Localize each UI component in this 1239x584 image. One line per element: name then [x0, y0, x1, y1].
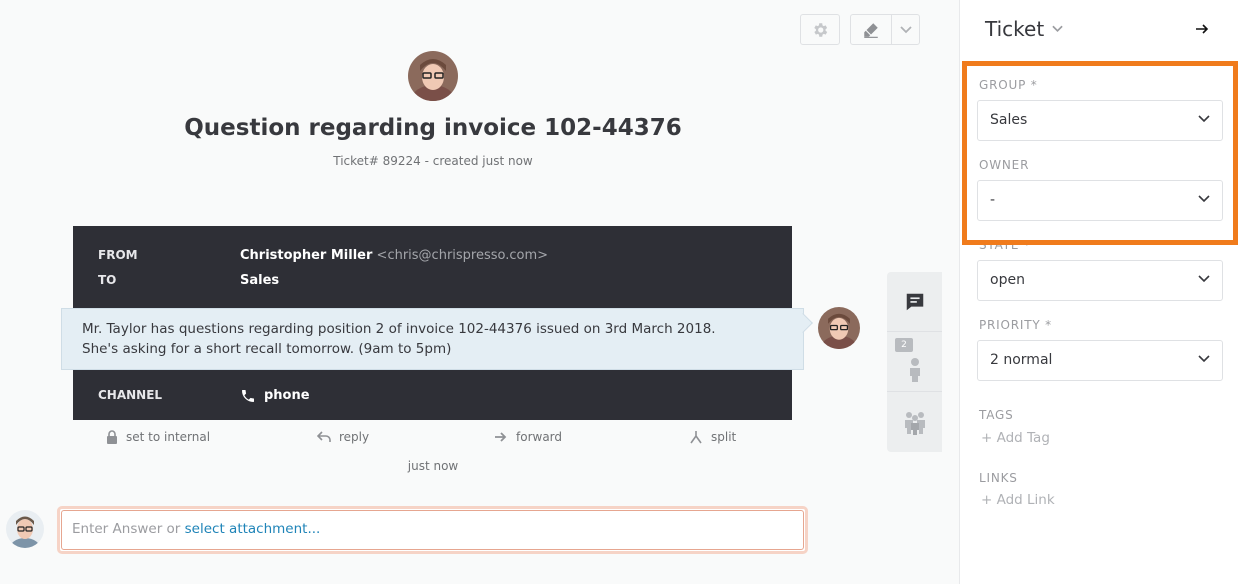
- chevron-down-icon: [1198, 275, 1210, 283]
- split-icon: [690, 431, 702, 444]
- chat-icon: [906, 293, 923, 310]
- forward-label: forward: [516, 430, 563, 444]
- chevron-down-icon: [1198, 355, 1210, 363]
- reply-icon: [317, 431, 331, 442]
- tab-organization[interactable]: [887, 392, 942, 452]
- from-name[interactable]: Christopher Miller: [240, 248, 372, 263]
- tags-label: TAGS: [979, 408, 1014, 422]
- reply-label: reply: [339, 430, 370, 444]
- state-value: open: [990, 272, 1025, 288]
- chevron-down-icon: [1052, 25, 1063, 33]
- article-body-line: She's asking for a short recall tomorrow…: [82, 341, 452, 357]
- group-icon: [904, 412, 925, 435]
- sidebar-title[interactable]: Ticket: [985, 17, 1063, 41]
- article-body-line: Mr. Taylor has questions regarding posit…: [82, 321, 716, 337]
- article-body: Mr. Taylor has questions regarding posit…: [61, 308, 804, 370]
- gear-icon: [814, 22, 828, 37]
- macro-button-group: [850, 14, 920, 45]
- channel-value: phone: [264, 388, 310, 403]
- links-label: LINKS: [979, 471, 1018, 485]
- highlighter-icon: [864, 22, 878, 38]
- state-select[interactable]: open: [977, 260, 1223, 301]
- tab-customer[interactable]: 2: [887, 332, 942, 392]
- agent-avatar[interactable]: [6, 510, 44, 548]
- collapse-sidebar-button[interactable]: [1195, 20, 1209, 39]
- priority-label: PRIORITY *: [979, 318, 1052, 332]
- sidebar-title-text: Ticket: [985, 17, 1045, 41]
- ticket-meta: Ticket# 89224 - created just now: [333, 154, 533, 168]
- article-timestamp: just now: [407, 459, 459, 473]
- customer-count-badge: 2: [895, 338, 913, 352]
- sidebar-tabs: 2: [887, 272, 942, 452]
- ticket-title[interactable]: Question regarding invoice 102-44376: [0, 115, 866, 141]
- reply-placeholder: Enter Answer or: [72, 521, 185, 537]
- article-sender-avatar[interactable]: [818, 307, 860, 349]
- forward-arrow-icon: [495, 432, 507, 442]
- lock-icon: [107, 430, 117, 444]
- set-internal-action[interactable]: set to internal: [106, 430, 210, 444]
- priority-select[interactable]: 2 normal: [977, 340, 1223, 381]
- customer-avatar[interactable]: [408, 51, 458, 101]
- split-label: split: [711, 430, 737, 444]
- arrow-right-icon: [1196, 24, 1209, 34]
- macro-button[interactable]: [851, 14, 891, 45]
- reply-action[interactable]: reply: [317, 430, 369, 444]
- to-label: TO: [98, 273, 117, 287]
- macro-dropdown-button[interactable]: [891, 14, 919, 45]
- ticket-main: Question regarding invoice 102-44376 Tic…: [0, 0, 942, 584]
- channel-row: CHANNEL phone: [98, 388, 310, 404]
- add-link-link[interactable]: + Add Link: [981, 492, 1055, 508]
- add-tag-link[interactable]: + Add Tag: [981, 430, 1050, 446]
- highlight-frame: [962, 61, 1238, 245]
- select-attachment-link[interactable]: select attachment...: [185, 521, 321, 537]
- from-email: <chris@chrispresso.com>: [376, 248, 549, 263]
- person-icon: [909, 357, 920, 382]
- priority-value: 2 normal: [990, 352, 1053, 368]
- forward-action[interactable]: forward: [494, 430, 562, 444]
- split-action[interactable]: split: [689, 430, 736, 444]
- tab-ticket[interactable]: [887, 272, 942, 332]
- reply-input[interactable]: Enter Answer or select attachment...: [61, 510, 804, 550]
- top-actions: [800, 14, 920, 45]
- channel-label: CHANNEL: [98, 388, 163, 402]
- chevron-down-icon: [899, 25, 912, 33]
- phone-icon: [242, 390, 254, 402]
- to-row: TO Sales: [98, 273, 279, 288]
- from-label: FROM: [98, 248, 138, 262]
- set-internal-label: set to internal: [126, 430, 211, 444]
- to-value: Sales: [240, 273, 280, 288]
- settings-button[interactable]: [800, 14, 840, 45]
- from-row: FROM Christopher Miller <chris@chrispres…: [98, 248, 548, 263]
- reply-editor[interactable]: Enter Answer or select attachment...: [57, 506, 808, 554]
